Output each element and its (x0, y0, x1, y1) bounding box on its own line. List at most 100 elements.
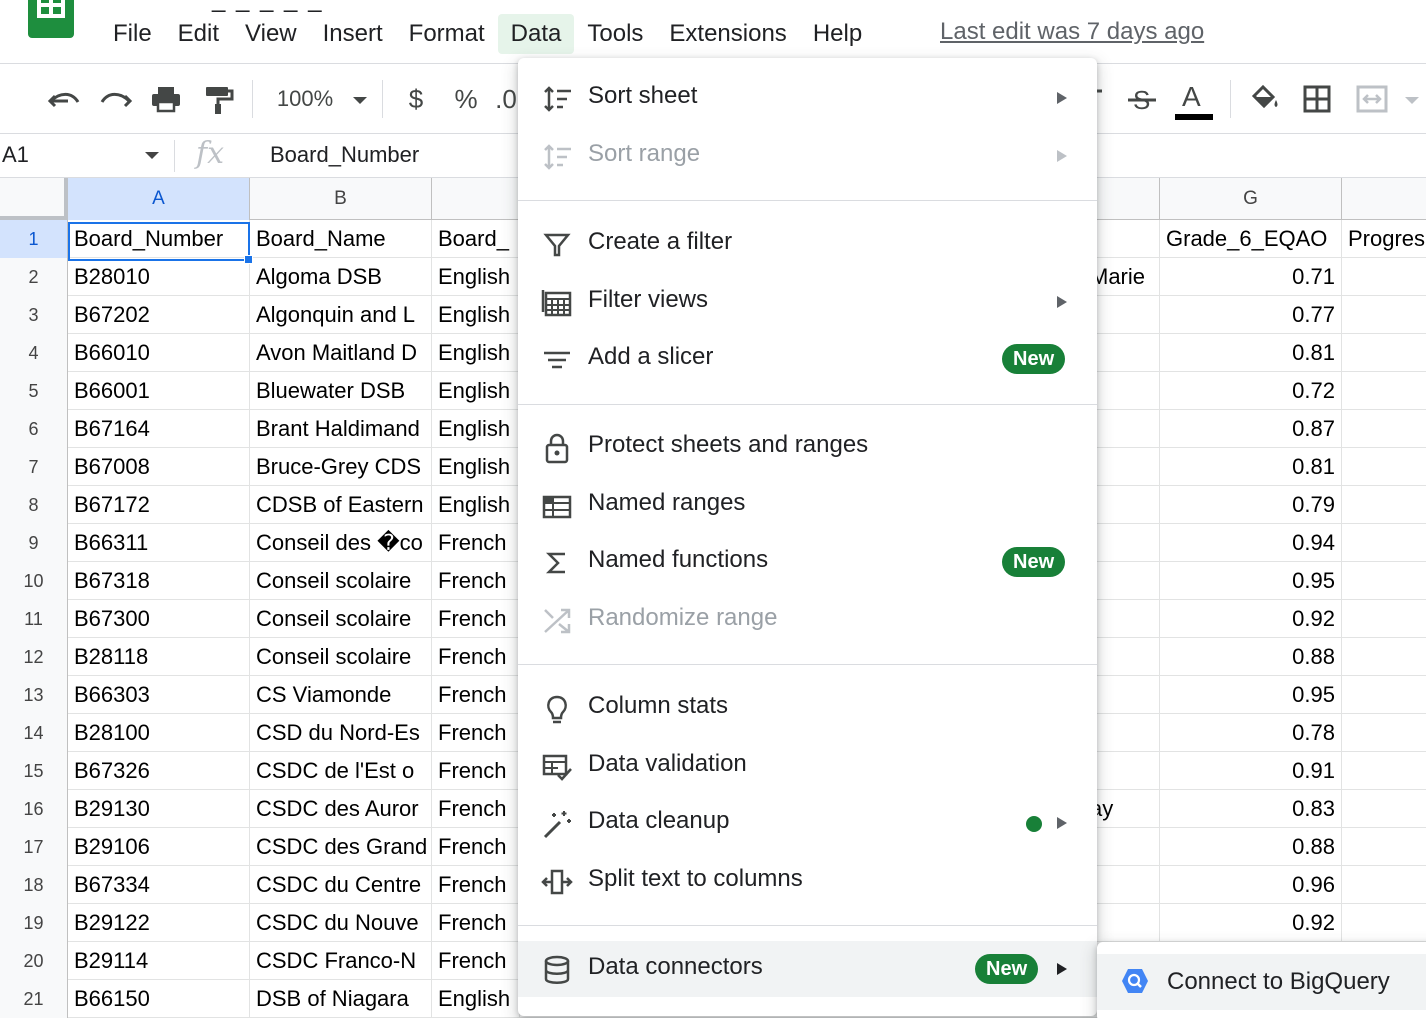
cell-a[interactable]: Board_Number (68, 220, 250, 258)
cell-f[interactable] (1096, 296, 1160, 334)
menu-extensions[interactable]: Extensions (656, 14, 799, 54)
row-header[interactable]: 20 (0, 942, 68, 980)
cell-h[interactable] (1342, 676, 1426, 714)
cell-b[interactable]: Bruce-Grey CDS (250, 448, 432, 486)
cell-f[interactable] (1096, 714, 1160, 752)
borders-icon[interactable] (1300, 82, 1334, 116)
cell-f[interactable] (1096, 410, 1160, 448)
cell-c[interactable]: Board_ (432, 220, 520, 258)
cell-g[interactable]: 0.88 (1160, 638, 1342, 676)
cell-h[interactable] (1342, 866, 1426, 904)
cell-b[interactable]: CSD du Nord-Es (250, 714, 432, 752)
menu-item-named-functions[interactable]: Named functions New (518, 534, 1097, 590)
cell-b[interactable]: Board_Name (250, 220, 432, 258)
cell-a[interactable]: B67318 (68, 562, 250, 600)
cell-c[interactable]: English (432, 448, 520, 486)
cell-f[interactable] (1096, 752, 1160, 790)
cell-h[interactable] (1342, 828, 1426, 866)
merge-cells-icon[interactable] (1354, 82, 1390, 116)
cell-f[interactable] (1096, 600, 1160, 638)
cell-a[interactable]: B66150 (68, 980, 250, 1018)
cell-c[interactable]: French (432, 676, 520, 714)
cell-a[interactable]: B67326 (68, 752, 250, 790)
cell-g[interactable]: 0.92 (1160, 600, 1342, 638)
cell-a[interactable]: B66010 (68, 334, 250, 372)
name-box[interactable]: A1 (2, 142, 29, 168)
cell-g[interactable]: 0.96 (1160, 866, 1342, 904)
cell-h[interactable] (1342, 638, 1426, 676)
cell-b[interactable]: Bluewater DSB (250, 372, 432, 410)
cell-g[interactable]: 0.83 (1160, 790, 1342, 828)
cell-g[interactable]: 0.78 (1160, 714, 1342, 752)
cell-h[interactable] (1342, 334, 1426, 372)
cell-b[interactable]: DSB of Niagara (250, 980, 432, 1018)
cell-a[interactable]: B66311 (68, 524, 250, 562)
name-box-dropdown-icon[interactable] (145, 152, 159, 159)
row-header[interactable]: 21 (0, 980, 68, 1018)
menu-tools[interactable]: Tools (574, 14, 656, 54)
row-header[interactable]: 15 (0, 752, 68, 790)
sheets-logo-icon[interactable] (28, 0, 74, 38)
cell-g[interactable]: 0.77 (1160, 296, 1342, 334)
cell-h[interactable] (1342, 714, 1426, 752)
cell-c[interactable]: French (432, 942, 520, 980)
cell-g[interactable]: Grade_6_EQAO (1160, 220, 1342, 258)
cell-h[interactable] (1342, 258, 1426, 296)
cell-a[interactable]: B28118 (68, 638, 250, 676)
text-color-icon[interactable]: A (1174, 82, 1214, 120)
menu-item-data-validation[interactable]: Data validation (518, 738, 1097, 794)
cell-a[interactable]: B67008 (68, 448, 250, 486)
row-header[interactable]: 2 (0, 258, 68, 296)
cell-h[interactable] (1342, 524, 1426, 562)
cell-b[interactable]: Algoma DSB (250, 258, 432, 296)
cell-b[interactable]: Algonquin and L (250, 296, 432, 334)
cell-b[interactable]: Conseil scolaire (250, 638, 432, 676)
cell-c[interactable]: English (432, 296, 520, 334)
strikethrough-icon[interactable]: S (1124, 82, 1160, 116)
menu-item-named-ranges[interactable]: Named ranges (518, 477, 1097, 533)
column-header-c[interactable] (432, 178, 520, 220)
column-header-f[interactable] (1096, 178, 1160, 220)
cell-g[interactable]: 0.94 (1160, 524, 1342, 562)
cell-b[interactable]: Avon Maitland D (250, 334, 432, 372)
cell-b[interactable]: CSDC des Grand (250, 828, 432, 866)
cell-g[interactable]: 0.72 (1160, 372, 1342, 410)
row-header[interactable]: 7 (0, 448, 68, 486)
cell-c[interactable]: French (432, 904, 520, 942)
cell-a[interactable]: B66001 (68, 372, 250, 410)
row-header[interactable]: 13 (0, 676, 68, 714)
cell-h[interactable]: Progres (1342, 220, 1426, 258)
menu-format[interactable]: Format (396, 14, 498, 54)
cell-f[interactable] (1096, 486, 1160, 524)
cell-g[interactable]: 0.95 (1160, 676, 1342, 714)
menu-item-column-stats[interactable]: Column stats (518, 680, 1097, 736)
menu-insert[interactable]: Insert (310, 14, 396, 54)
select-all-corner[interactable] (0, 178, 68, 220)
cell-c[interactable]: English (432, 258, 520, 296)
menu-item-data-connectors[interactable]: Data connectors New (518, 941, 1097, 997)
cell-f[interactable] (1096, 828, 1160, 866)
row-header[interactable]: 12 (0, 638, 68, 676)
cell-b[interactable]: Conseil des �co (250, 524, 432, 562)
row-header[interactable]: 3 (0, 296, 68, 334)
menu-help[interactable]: Help (800, 14, 875, 54)
cell-h[interactable] (1342, 790, 1426, 828)
cell-c[interactable]: English (432, 334, 520, 372)
cell-h[interactable] (1342, 752, 1426, 790)
cell-f[interactable] (1096, 562, 1160, 600)
cell-f[interactable] (1096, 904, 1160, 942)
cell-h[interactable] (1342, 904, 1426, 942)
cell-c[interactable]: French (432, 600, 520, 638)
menu-data[interactable]: Data (497, 14, 575, 54)
cell-a[interactable]: B29122 (68, 904, 250, 942)
cell-f[interactable]: ay (1096, 790, 1160, 828)
cell-a[interactable]: B28100 (68, 714, 250, 752)
row-header[interactable]: 5 (0, 372, 68, 410)
cell-b[interactable]: Conseil scolaire (250, 600, 432, 638)
cell-h[interactable] (1342, 486, 1426, 524)
menu-item-data-cleanup[interactable]: Data cleanup (518, 795, 1097, 851)
menu-edit[interactable]: Edit (165, 14, 232, 54)
row-header[interactable]: 18 (0, 866, 68, 904)
last-edit-link[interactable]: Last edit was 7 days ago (940, 18, 1204, 46)
row-header[interactable]: 9 (0, 524, 68, 562)
